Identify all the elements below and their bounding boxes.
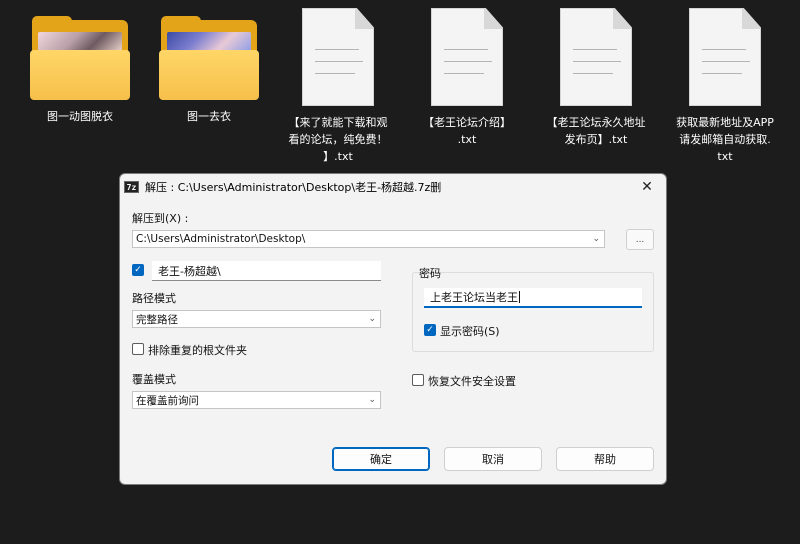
checkmark-icon: ✓ [426, 324, 434, 335]
desktop-item-file-3[interactable]: 【老王论坛永久地址 发布页】.txt [537, 8, 655, 148]
overwrite-mode-select[interactable]: 在覆盖前询问 ⌄ [132, 391, 381, 409]
cancel-button[interactable]: 取消 [444, 447, 542, 471]
text-caret [519, 291, 520, 303]
desktop-item-file-1[interactable]: 【来了就能下载和观 看的论坛，纯免费！ 】.txt [279, 8, 397, 165]
text-file-icon [431, 8, 503, 106]
subfolder-input[interactable]: 老王-杨超越\ [152, 261, 381, 281]
desktop-item-label: 获取最新地址及APP 请发邮箱自动获取. txt [676, 116, 774, 163]
desktop-item-label: 【老王论坛介绍】 .txt [423, 116, 511, 146]
extract-dialog: 7z 解压 : C:\Users\Administrator\Desktop\老… [119, 173, 667, 485]
password-group [412, 272, 654, 352]
close-button[interactable]: ✕ [632, 175, 662, 198]
desktop-item-file-2[interactable]: 【老王论坛介绍】 .txt [408, 8, 526, 148]
checkmark-icon: ✓ [134, 264, 142, 275]
desktop-item-folder-2[interactable]: 图一去衣 [150, 8, 268, 125]
browse-button[interactable]: ... [626, 229, 654, 250]
help-button[interactable]: 帮助 [556, 447, 654, 471]
extract-to-value: C:\Users\Administrator\Desktop\ [136, 233, 306, 245]
eliminate-root-checkbox[interactable] [132, 343, 144, 355]
ok-button[interactable]: 确定 [332, 447, 430, 471]
folder-icon [30, 8, 130, 100]
7zip-app-icon: 7z [124, 180, 139, 193]
chevron-down-icon: ⌄ [368, 395, 376, 405]
folder-icon [159, 8, 259, 100]
password-value: 上老王论坛当老王 [430, 291, 518, 304]
extract-to-combo[interactable]: C:\Users\Administrator\Desktop\ ⌄ [132, 230, 605, 248]
text-file-icon [689, 8, 761, 106]
desktop-item-label: 图一动图脱衣 [47, 110, 113, 123]
close-icon: ✕ [641, 178, 653, 195]
extract-to-label: 解压到(X) : [132, 212, 189, 225]
restore-security-label[interactable]: 恢复文件安全设置 [428, 373, 516, 389]
chevron-down-icon: ⌄ [592, 234, 600, 244]
desktop-item-label: 【来了就能下载和观 看的论坛，纯免费！ 】.txt [288, 116, 388, 163]
path-mode-label: 路径模式 [132, 292, 176, 305]
password-label: 密码 [419, 267, 441, 280]
subfolder-checkbox[interactable]: ✓ [132, 264, 144, 276]
path-mode-select[interactable]: 完整路径 ⌄ [132, 310, 381, 328]
chevron-down-icon: ⌄ [368, 314, 376, 324]
overwrite-mode-value: 在覆盖前询问 [136, 394, 199, 407]
desktop-item-file-4[interactable]: 获取最新地址及APP 请发邮箱自动获取. txt [666, 8, 784, 165]
text-file-icon [560, 8, 632, 106]
desktop-item-label: 【老王论坛永久地址 发布页】.txt [546, 116, 646, 146]
text-file-icon [302, 8, 374, 106]
desktop-item-label: 图一去衣 [187, 110, 231, 123]
restore-security-checkbox[interactable] [412, 374, 424, 386]
show-password-checkbox[interactable]: ✓ [424, 324, 436, 336]
subfolder-value: 老王-杨超越\ [158, 264, 221, 278]
password-input[interactable]: 上老王论坛当老王 [424, 288, 642, 308]
eliminate-root-label[interactable]: 排除重复的根文件夹 [148, 342, 247, 358]
show-password-label[interactable]: 显示密码(S) [440, 323, 500, 339]
dialog-title: 解压 : C:\Users\Administrator\Desktop\老王-杨… [145, 180, 442, 194]
path-mode-value: 完整路径 [136, 313, 178, 326]
desktop-item-folder-1[interactable]: 图一动图脱衣 [21, 8, 139, 125]
dialog-titlebar[interactable]: 7z 解压 : C:\Users\Administrator\Desktop\老… [120, 174, 666, 199]
overwrite-mode-label: 覆盖模式 [132, 373, 176, 386]
